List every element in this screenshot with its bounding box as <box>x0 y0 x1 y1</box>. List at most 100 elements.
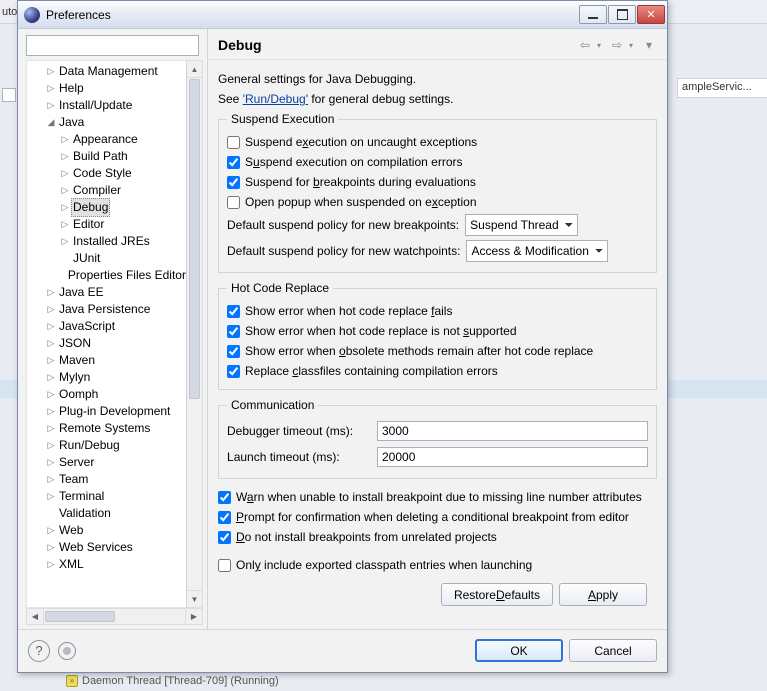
help-icon[interactable]: ? <box>28 640 50 662</box>
hscroll-thumb[interactable] <box>45 611 115 622</box>
debugger-timeout-input[interactable] <box>377 421 648 441</box>
tree-item[interactable]: ▷Web <box>31 522 186 539</box>
chevron-right-icon[interactable]: ▷ <box>45 318 57 335</box>
tree-item[interactable]: ▷XML <box>31 556 186 573</box>
chevron-right-icon[interactable]: ▷ <box>45 97 57 114</box>
tree-item[interactable]: ▷Appearance <box>31 131 186 148</box>
tree-item[interactable]: ▷Plug-in Development <box>31 403 186 420</box>
chk-hcr-unsupported[interactable] <box>227 325 240 338</box>
chevron-right-icon[interactable]: ▷ <box>45 454 57 471</box>
tree-item[interactable]: ▷Java EE <box>31 284 186 301</box>
chevron-right-icon[interactable]: ▷ <box>45 352 57 369</box>
tree-item[interactable]: ▷Server <box>31 454 186 471</box>
tree-item[interactable]: ▷Compiler <box>31 182 186 199</box>
tree-item[interactable]: ▷Remote Systems <box>31 420 186 437</box>
tree-item[interactable]: ▷JSON <box>31 335 186 352</box>
titlebar[interactable]: Preferences <box>18 1 667 29</box>
view-menu-icon[interactable]: ▾ <box>641 37 657 53</box>
chevron-down-icon[interactable]: ◢ <box>45 114 57 131</box>
opt-exported-only[interactable]: Only include exported classpath entries … <box>218 555 657 575</box>
tree-item[interactable]: ▷Properties Files Editor <box>31 267 186 284</box>
chk-suspend-compile[interactable] <box>227 156 240 169</box>
tree-item[interactable]: ▷Help <box>31 80 186 97</box>
wp-policy-select[interactable]: Access & Modification <box>466 240 608 262</box>
chk-warn-line[interactable] <box>218 491 231 504</box>
tree-item[interactable]: ▷Build Path <box>31 148 186 165</box>
prefs-tree[interactable]: ▷Data Management▷Help▷Install/Update◢Jav… <box>26 60 186 608</box>
chevron-right-icon[interactable]: ▷ <box>45 437 57 454</box>
opt-suspend-uncaught[interactable]: Suspend execution on uncaught exceptions <box>227 132 648 152</box>
tree-item[interactable]: ▷Code Style <box>31 165 186 182</box>
chevron-right-icon[interactable]: ▷ <box>45 522 57 539</box>
opt-suspend-compile[interactable]: Suspend execution on compilation errors <box>227 152 648 172</box>
launch-timeout-input[interactable] <box>377 447 648 467</box>
chevron-right-icon[interactable]: ▷ <box>45 335 57 352</box>
chk-suspend-eval[interactable] <box>227 176 240 189</box>
ok-button[interactable]: OK <box>475 639 563 662</box>
tree-item[interactable]: ▷Web Services <box>31 539 186 556</box>
chk-suspend-uncaught[interactable] <box>227 136 240 149</box>
tree-item[interactable]: ▷Data Management <box>31 63 186 80</box>
tree-item[interactable]: ▷Install/Update <box>31 97 186 114</box>
maximize-button[interactable] <box>608 5 636 24</box>
chevron-right-icon[interactable]: ▷ <box>45 556 57 573</box>
chevron-right-icon[interactable]: ▷ <box>59 131 71 148</box>
filter-input[interactable] <box>30 37 195 53</box>
tree-item[interactable]: ▷Maven <box>31 352 186 369</box>
filter-box[interactable] <box>26 35 199 56</box>
scroll-down-arrow-icon[interactable]: ▼ <box>187 590 202 607</box>
restore-defaults-button[interactable]: Restore Defaults <box>441 583 553 606</box>
chevron-right-icon[interactable]: ▷ <box>45 539 57 556</box>
apply-button[interactable]: Apply <box>559 583 647 606</box>
chevron-right-icon[interactable]: ▷ <box>45 386 57 403</box>
chevron-right-icon[interactable]: ▷ <box>45 369 57 386</box>
chevron-right-icon[interactable]: ▷ <box>45 488 57 505</box>
tree-item[interactable]: ▷JUnit <box>31 250 186 267</box>
run-debug-link[interactable]: 'Run/Debug' <box>243 92 308 106</box>
close-button[interactable] <box>637 5 665 24</box>
chk-exported-only[interactable] <box>218 559 231 572</box>
chk-hcr-obsolete[interactable] <box>227 345 240 358</box>
chevron-right-icon[interactable]: ▷ <box>59 216 71 233</box>
chk-popup-exception[interactable] <box>227 196 240 209</box>
chevron-right-icon[interactable]: ▷ <box>45 63 57 80</box>
chevron-right-icon[interactable]: ▷ <box>59 182 71 199</box>
vscroll-thumb[interactable] <box>189 79 200 399</box>
bg-editor-tab[interactable]: ampleServic... <box>677 78 767 98</box>
forward-menu-icon[interactable]: ▾ <box>623 37 639 53</box>
chk-hcr-replace[interactable] <box>227 365 240 378</box>
tree-item[interactable]: ▷Java Persistence <box>31 301 186 318</box>
chevron-right-icon[interactable]: ▷ <box>59 165 71 182</box>
opt-popup-exception[interactable]: Open popup when suspended on exception <box>227 192 648 212</box>
scroll-right-arrow-icon[interactable]: ▶ <box>185 609 202 624</box>
tree-item[interactable]: ▷Terminal <box>31 488 186 505</box>
chk-no-unrelated[interactable] <box>218 531 231 544</box>
bp-policy-select[interactable]: Suspend Thread <box>465 214 578 236</box>
opt-hcr-replace[interactable]: Replace classfiles containing compilatio… <box>227 361 648 381</box>
chevron-right-icon[interactable]: ▷ <box>45 284 57 301</box>
back-menu-icon[interactable]: ▾ <box>591 37 607 53</box>
opt-hcr-obsolete[interactable]: Show error when obsolete methods remain … <box>227 341 648 361</box>
cancel-button[interactable]: Cancel <box>569 639 657 662</box>
tree-item[interactable]: ▷Validation <box>31 505 186 522</box>
tree-item[interactable]: ▷Run/Debug <box>31 437 186 454</box>
chk-prompt-delete[interactable] <box>218 511 231 524</box>
scroll-up-arrow-icon[interactable]: ▲ <box>187 61 202 78</box>
tree-item[interactable]: ◢Java <box>31 114 186 131</box>
scroll-left-arrow-icon[interactable]: ◀ <box>27 609 44 624</box>
tree-item[interactable]: ▷Editor <box>31 216 186 233</box>
chevron-right-icon[interactable]: ▷ <box>45 80 57 97</box>
tree-item[interactable]: ▷JavaScript <box>31 318 186 335</box>
chevron-right-icon[interactable]: ▷ <box>45 301 57 318</box>
chevron-right-icon[interactable]: ▷ <box>45 471 57 488</box>
tree-item[interactable]: ▷Team <box>31 471 186 488</box>
opt-hcr-unsupported[interactable]: Show error when hot code replace is not … <box>227 321 648 341</box>
tree-item[interactable]: ▷Debug <box>31 199 186 216</box>
tree-hscrollbar[interactable]: ◀ ▶ <box>26 608 203 625</box>
opt-no-unrelated[interactable]: Do not install breakpoints from unrelate… <box>218 527 657 547</box>
chevron-right-icon[interactable]: ▷ <box>59 148 71 165</box>
tree-item[interactable]: ▷Mylyn <box>31 369 186 386</box>
chevron-right-icon[interactable]: ▷ <box>59 199 71 216</box>
tree-vscrollbar[interactable]: ▲ ▼ <box>186 60 203 608</box>
tree-item[interactable]: ▷Installed JREs <box>31 233 186 250</box>
